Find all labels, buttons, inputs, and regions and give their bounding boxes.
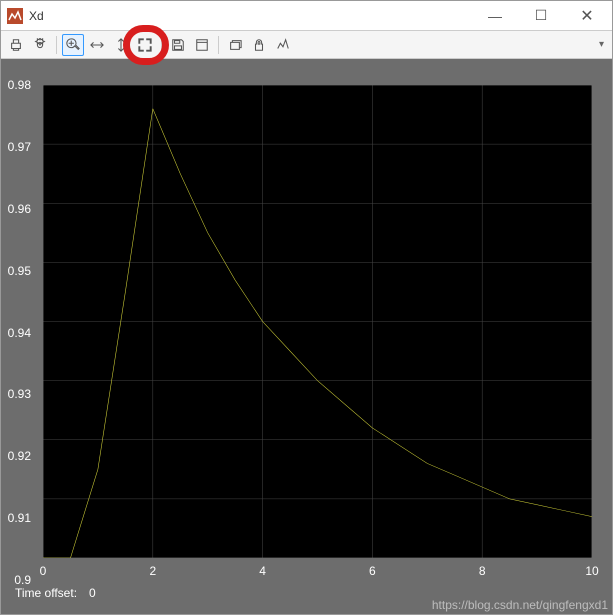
parameters-icon[interactable] [29,34,51,56]
scope-window: Xd — ☐ ✕ ▾ 0.90.910.920.930.940.950.960.… [0,0,613,615]
app-icon [7,8,23,24]
y-axis-labels: 0.90.910.920.930.940.950.960.970.98 [1,85,35,580]
watermark: https://blog.csdn.net/qingfengxd1 [432,598,608,612]
plot-canvas[interactable] [43,85,592,558]
float-icon[interactable] [224,34,246,56]
save-icon[interactable] [167,34,189,56]
chart-area: 0.90.910.920.930.940.950.960.970.98 0246… [1,59,612,614]
minimize-button[interactable]: — [472,1,518,30]
restore-icon[interactable] [191,34,213,56]
signal-icon[interactable] [272,34,294,56]
lock-icon[interactable] [248,34,270,56]
toolbar: ▾ [1,31,612,59]
close-button[interactable]: ✕ [564,1,610,30]
time-offset-label: Time offset: [15,586,77,600]
zoom-y-icon[interactable] [110,34,132,56]
x-axis-labels: 0246810 [43,562,592,582]
autoscale-icon[interactable] [134,34,156,56]
time-offset-value: 0 [89,586,96,600]
dropdown-icon[interactable]: ▾ [599,39,604,50]
zoom-in-icon[interactable] [62,34,84,56]
window-title: Xd [29,9,472,23]
print-icon[interactable] [5,34,27,56]
maximize-button[interactable]: ☐ [518,1,564,30]
zoom-x-icon[interactable] [86,34,108,56]
titlebar: Xd — ☐ ✕ [1,1,612,31]
